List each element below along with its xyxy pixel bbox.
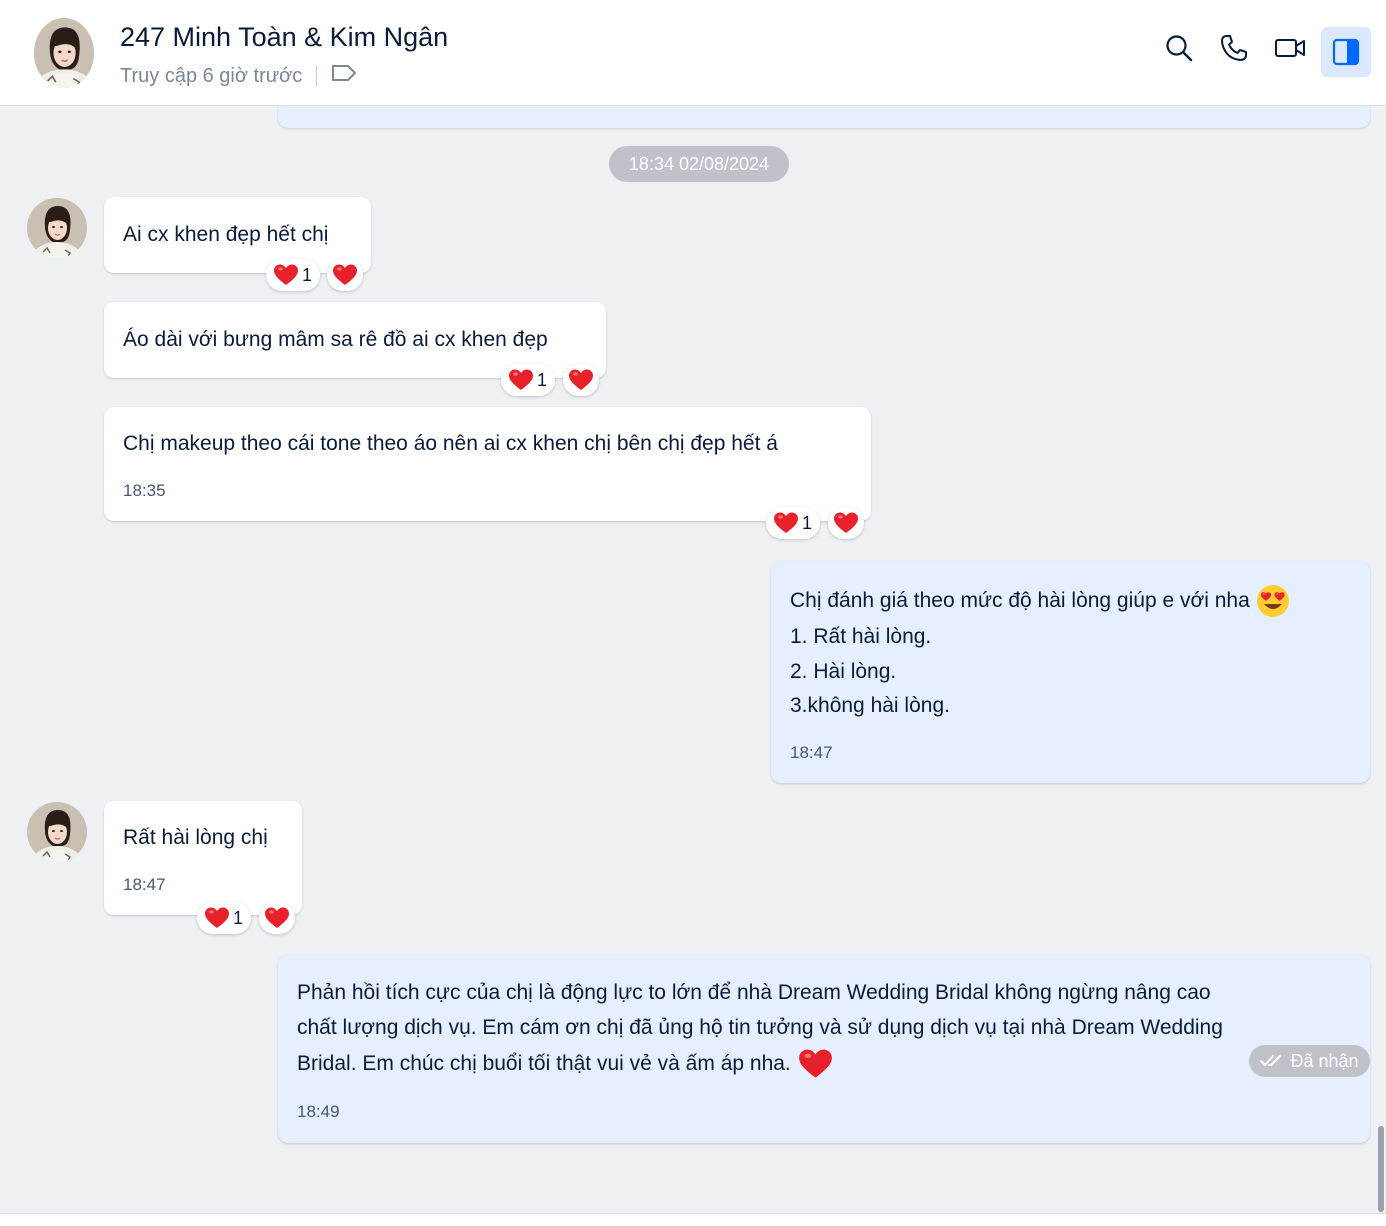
message-time: 18:49	[297, 1102, 340, 1121]
reaction-count-badge[interactable]: 1	[501, 364, 555, 396]
double-check-icon	[1260, 1055, 1282, 1066]
heart-icon	[509, 369, 533, 391]
reaction-count-badge[interactable]: 1	[197, 902, 251, 934]
react-heart-button[interactable]	[828, 507, 864, 539]
heart-emoji-icon	[798, 1049, 832, 1078]
heart-icon	[274, 264, 298, 286]
heart-eyes-emoji-icon	[1256, 584, 1289, 617]
phone-icon[interactable]	[1218, 32, 1250, 64]
message-text: Rất hài lòng chị	[123, 826, 268, 849]
message-line: Bridal. Em chúc chị buổi tối thật vui vẻ…	[297, 1046, 832, 1081]
reaction-count: 1	[801, 512, 812, 533]
message-line: 1. Rất hài lòng.	[790, 625, 932, 648]
my-message-bubble[interactable]: Chị đánh giá theo mức độ hài lòng giúp e…	[771, 561, 1370, 783]
heart-icon	[774, 512, 798, 534]
heart-icon	[205, 907, 229, 929]
heart-icon	[333, 264, 357, 286]
tag-icon[interactable]	[331, 64, 357, 88]
react-heart-button[interactable]	[259, 902, 295, 934]
message-time: 18:35	[123, 481, 166, 500]
message-line: 3.không hài lòng.	[790, 694, 950, 717]
message-time: 18:47	[790, 743, 833, 762]
heart-icon	[834, 512, 858, 534]
message-text: Bridal. Em chúc chị buổi tối thật vui vẻ…	[297, 1052, 791, 1075]
previous-message-bubble	[278, 106, 1370, 128]
delivery-status-text: Đã nhận	[1290, 1050, 1359, 1071]
sender-avatar[interactable]	[27, 198, 87, 258]
reaction-count: 1	[232, 907, 243, 928]
message-time: 18:47	[123, 875, 166, 894]
contact-avatar[interactable]	[33, 17, 95, 89]
scrollbar-thumb[interactable]	[1378, 1126, 1384, 1212]
message-line: Chị đánh giá theo mức độ hài lòng giúp e…	[790, 583, 1290, 618]
reaction-count-badge[interactable]: 1	[766, 507, 820, 539]
composer-edge	[0, 1213, 1386, 1226]
reaction-count: 1	[536, 369, 547, 390]
sidebar-toggle-button[interactable]	[1321, 27, 1371, 77]
message-bubble[interactable]: Ai cx khen đẹp hết chị	[104, 197, 371, 273]
message-text: Ai cx khen đẹp hết chị	[123, 223, 329, 246]
last-seen-text: Truy cập 6 giờ trước	[120, 64, 303, 87]
date-separator: 18:34 02/08/2024	[609, 146, 789, 182]
message-line: chất lượng dịch vụ. Em cám ơn chị đã ủng…	[297, 1016, 1223, 1039]
divider	[316, 66, 318, 86]
search-icon[interactable]	[1163, 32, 1195, 64]
message-text: Áo dài với bưng mâm sa rê đồ ai cx khen …	[123, 328, 548, 351]
video-call-icon[interactable]	[1274, 32, 1306, 64]
chat-header: 247 Minh Toàn & Kim Ngân Truy cập 6 giờ …	[0, 0, 1386, 106]
last-seen-row: Truy cập 6 giờ trước	[120, 64, 357, 88]
message-line: 2. Hài lòng.	[790, 660, 897, 683]
message-text: Chị makeup theo cái tone theo áo nên ai …	[123, 432, 778, 455]
message-bubble[interactable]: Chị makeup theo cái tone theo áo nên ai …	[104, 407, 871, 521]
contact-name: 247 Minh Toàn & Kim Ngân	[120, 22, 449, 52]
reaction-count: 1	[301, 264, 312, 285]
react-heart-button[interactable]	[563, 364, 599, 396]
reaction-count-badge[interactable]: 1	[266, 259, 320, 291]
message-text: Chị đánh giá theo mức độ hài lòng giúp e…	[790, 589, 1250, 612]
react-heart-button[interactable]	[327, 259, 363, 291]
sidebar-toggle-icon	[1332, 38, 1360, 66]
delivery-status-badge: Đã nhận	[1249, 1045, 1370, 1077]
heart-icon	[265, 907, 289, 929]
message-bubble[interactable]: Rất hài lòng chị 18:47	[104, 801, 302, 915]
sender-avatar[interactable]	[27, 802, 87, 862]
heart-icon	[569, 369, 593, 391]
message-line: Phản hồi tích cực của chị là động lực to…	[297, 981, 1211, 1004]
my-message-bubble[interactable]: Phản hồi tích cực của chị là động lực to…	[278, 955, 1370, 1143]
message-list[interactable]: 18:34 02/08/2024 Ai cx khen đẹp hết chị …	[0, 106, 1386, 1214]
